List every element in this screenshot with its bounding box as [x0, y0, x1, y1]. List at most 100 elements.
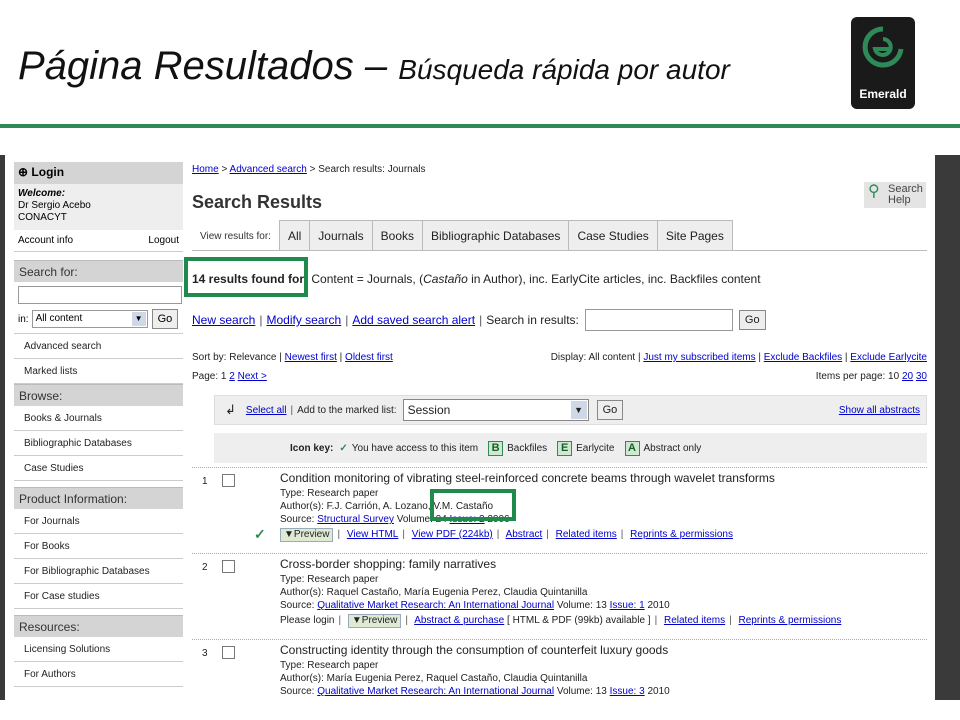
- source-volume: Volume: 13: [554, 686, 610, 697]
- page-label: Page: 1: [192, 371, 227, 382]
- display-label: Display: All content: [550, 352, 636, 363]
- sidebar-item-for-books[interactable]: For Books: [14, 534, 183, 559]
- in-label: in:: [18, 313, 29, 325]
- result-title[interactable]: Condition monitoring of vibrating steel-…: [280, 472, 920, 485]
- search-help-label: Search Help: [888, 183, 923, 206]
- tab-books[interactable]: Books: [371, 220, 424, 250]
- preview-button[interactable]: ▼Preview: [280, 528, 334, 542]
- add-marked-label: Add to the marked list:: [297, 404, 397, 416]
- preview-button[interactable]: ▼Preview: [347, 614, 402, 628]
- view-pdf-link[interactable]: View PDF (224kb): [412, 529, 493, 540]
- sidebar-item-for-authors[interactable]: For Authors: [14, 662, 183, 687]
- sidebar-item-for-bibliographic-databases[interactable]: For Bibliographic Databases: [14, 559, 183, 584]
- modify-search-link[interactable]: Modify search: [266, 313, 341, 327]
- highlight-results-count: [184, 257, 308, 297]
- result-source: Source: Qualitative Market Research: An …: [280, 685, 920, 698]
- show-all-abstracts-link[interactable]: Show all abstracts: [839, 405, 920, 416]
- source-volume: Volume: 13: [554, 600, 610, 611]
- per-page-30-link[interactable]: 30: [916, 371, 927, 382]
- search-in-row: in: All content ▼ Go: [18, 309, 179, 329]
- tab-site-pages[interactable]: Site Pages: [656, 220, 733, 250]
- view-html-link[interactable]: View HTML: [347, 529, 399, 540]
- result-type: Type: Research paper: [280, 488, 379, 499]
- key-backfiles-label: Backfiles: [507, 442, 548, 454]
- sidebar-go-button[interactable]: Go: [151, 309, 179, 329]
- reprints-link[interactable]: Reprints & permissions: [739, 615, 842, 626]
- login-header[interactable]: ⊕ Login: [14, 162, 183, 184]
- sort-row: Sort by: Relevance | Newest first | Olde…: [192, 352, 927, 363]
- sidebar-item-books-journals[interactable]: Books & Journals: [14, 406, 183, 431]
- result-number: 3: [202, 648, 208, 659]
- marked-list-go-button[interactable]: Go: [596, 400, 624, 420]
- sidebar-item-advanced-search[interactable]: Advanced search: [14, 334, 183, 359]
- user-org: CONACYT: [18, 212, 67, 223]
- sort-oldest-link[interactable]: Oldest first: [345, 352, 393, 363]
- source-issue-link[interactable]: Issue: 1: [610, 600, 645, 611]
- sidebar-search-box: in: All content ▼ Go: [14, 282, 183, 334]
- source-journal-link[interactable]: Structural Survey: [317, 514, 394, 525]
- sort-newest-link[interactable]: Newest first: [285, 352, 337, 363]
- breadcrumb-advanced-search[interactable]: Advanced search: [230, 164, 307, 175]
- add-alert-link[interactable]: Add saved search alert: [352, 313, 475, 327]
- search-in-results-input[interactable]: [584, 309, 733, 331]
- sidebar-item-case-studies[interactable]: Case Studies: [14, 456, 183, 481]
- breadcrumb-home[interactable]: Home: [192, 164, 219, 175]
- result-title[interactable]: Constructing identity through the consum…: [280, 644, 920, 657]
- search-in-results-go-button[interactable]: Go: [738, 310, 766, 330]
- welcome-box: Welcome: Dr Sergio Acebo CONACYT: [14, 184, 183, 230]
- result-row: 1 ✓ Condition monitoring of vibrating st…: [192, 467, 927, 551]
- backfiles-badge-icon: B: [488, 440, 504, 456]
- welcome-label: Welcome:: [18, 188, 66, 199]
- account-row: Account info Logout: [14, 230, 183, 252]
- result-checkbox[interactable]: [222, 474, 235, 487]
- tab-all[interactable]: All: [278, 220, 311, 250]
- chevron-down-icon: ▼: [131, 312, 146, 326]
- breadcrumb: Home > Advanced search > Search results:…: [192, 164, 426, 175]
- related-items-link[interactable]: Related items: [556, 529, 617, 540]
- result-source: Source: Qualitative Market Research: An …: [280, 599, 920, 612]
- select-all-link[interactable]: Select all: [246, 405, 287, 416]
- reprints-link[interactable]: Reprints & permissions: [630, 529, 733, 540]
- sidebar-item-marked-lists[interactable]: Marked lists: [14, 359, 183, 384]
- result-checkbox[interactable]: [222, 646, 235, 659]
- abstract-link[interactable]: Abstract: [506, 529, 543, 540]
- per-page-20-link[interactable]: 20: [902, 371, 913, 382]
- tab-case-studies[interactable]: Case Studies: [568, 220, 658, 250]
- result-type: Type: Research paper: [280, 574, 379, 585]
- sidebar-item-for-case-studies[interactable]: For Case studies: [14, 584, 183, 609]
- page-2-link[interactable]: 2: [229, 371, 235, 382]
- related-items-link[interactable]: Related items: [664, 615, 725, 626]
- result-actions: Please login | ▼Preview | Abstract & purch…: [280, 614, 842, 628]
- next-page-link[interactable]: Next >: [238, 371, 267, 382]
- abstract-purchase-link[interactable]: Abstract & purchase: [414, 615, 504, 626]
- logout-link[interactable]: Logout: [148, 235, 179, 246]
- marked-list-select[interactable]: Session ▼: [402, 399, 589, 421]
- source-prefix: Source:: [280, 600, 318, 611]
- search-help-button[interactable]: ⚲ Search Help: [864, 182, 926, 208]
- exclude-backfiles-link[interactable]: Exclude Backfiles: [764, 352, 842, 363]
- source-issue-link[interactable]: Issue: 3: [610, 686, 645, 697]
- just-subscribed-link[interactable]: Just my subscribed items: [643, 352, 755, 363]
- pagination: Page: 1 2 Next >: [192, 371, 267, 382]
- source-journal-link[interactable]: Qualitative Market Research: An Internat…: [317, 600, 554, 611]
- highlight-author: [430, 489, 516, 521]
- sidebar-item-bibliographic-databases[interactable]: Bibliographic Databases: [14, 431, 183, 456]
- source-journal-link[interactable]: Qualitative Market Research: An Internat…: [317, 686, 554, 697]
- result-checkbox[interactable]: [222, 560, 235, 573]
- sidebar-item-licensing-solutions[interactable]: Licensing Solutions: [14, 637, 183, 662]
- tab-bibliographic-databases[interactable]: Bibliographic Databases: [422, 220, 570, 250]
- view-results-label: View results for:: [200, 231, 271, 242]
- tab-journals[interactable]: Journals: [309, 220, 373, 250]
- sidebar-search-input[interactable]: [18, 286, 182, 304]
- result-number: 2: [202, 562, 208, 573]
- browse-header: Browse:: [14, 384, 183, 406]
- exclude-earlycite-link[interactable]: Exclude Earlycite: [850, 352, 927, 363]
- source-prefix: Source:: [280, 514, 318, 525]
- account-info-link[interactable]: Account info: [18, 235, 73, 246]
- new-search-link[interactable]: New search: [192, 313, 255, 327]
- display-controls: Display: All content | Just my subscribe…: [550, 352, 927, 363]
- icon-key: Icon key: ✓ You have access to this item…: [214, 433, 927, 463]
- sidebar-item-for-journals[interactable]: For Journals: [14, 509, 183, 534]
- search-scope-select[interactable]: All content ▼: [31, 310, 148, 328]
- result-title[interactable]: Cross-border shopping: family narratives: [280, 558, 920, 571]
